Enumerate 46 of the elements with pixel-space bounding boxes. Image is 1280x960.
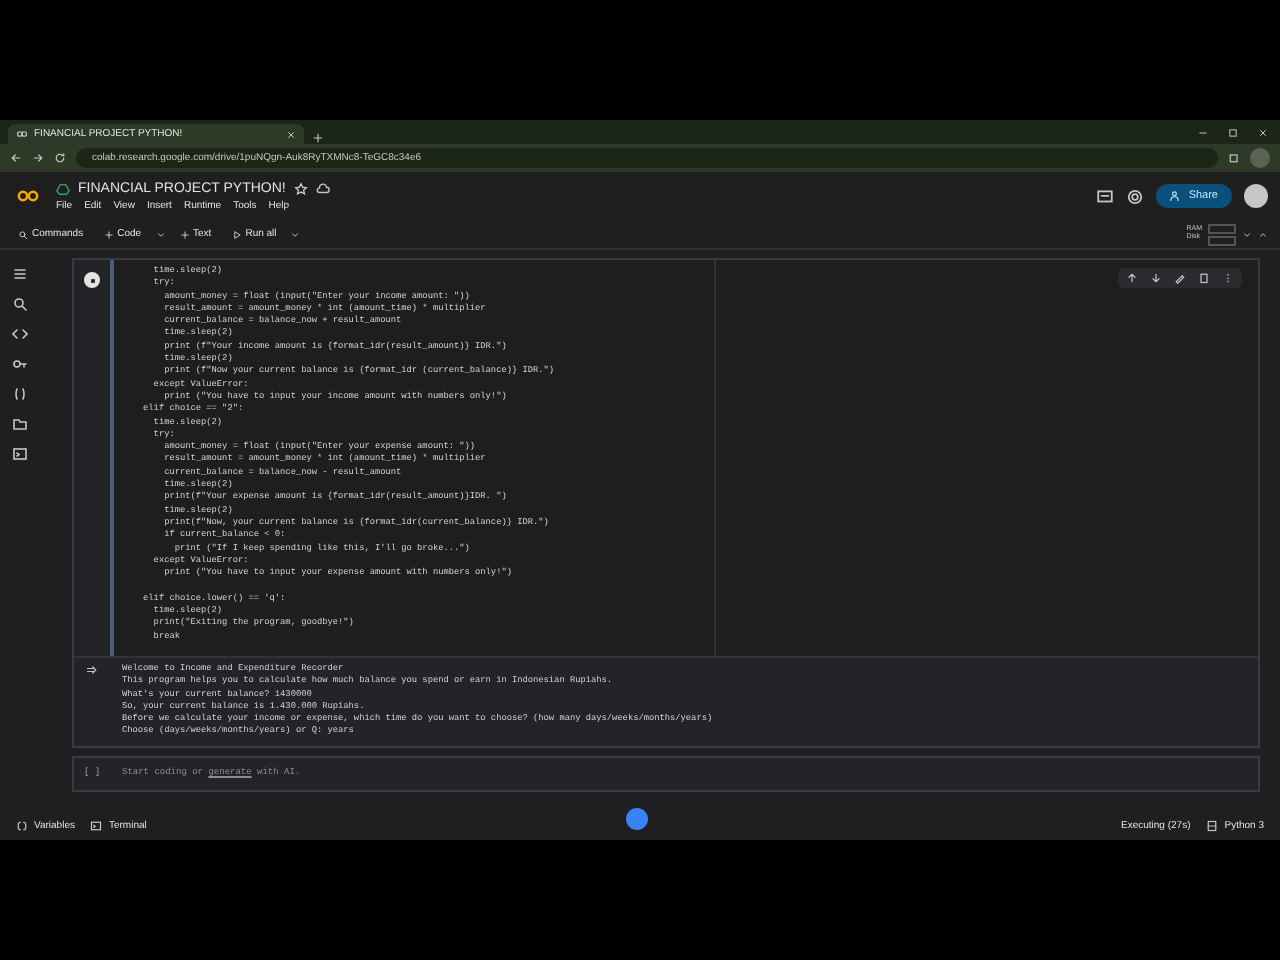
terminal-icon [90,820,103,832]
close-icon[interactable] [1258,127,1268,137]
disk-meter [1208,235,1236,245]
caret-icon[interactable] [155,229,166,239]
star-icon[interactable] [293,181,308,195]
stop-icon [87,275,97,285]
cloud-icon [315,181,330,195]
tab-favicon-icon [16,128,28,140]
reload-icon[interactable] [54,152,66,164]
search-icon[interactable] [12,296,28,312]
people-icon [1170,190,1183,202]
gemini-button[interactable] [626,808,648,830]
more-icon[interactable] [1222,272,1234,284]
close-icon[interactable] [286,129,296,139]
plus-icon [103,229,114,239]
folder-icon[interactable] [12,416,28,432]
restore-icon[interactable] [1228,127,1238,137]
collapse-icon[interactable] [1258,229,1268,239]
move-down-icon[interactable] [1150,272,1162,284]
edit-icon[interactable] [1174,272,1186,284]
runtime-icon [1206,820,1219,832]
key-icon[interactable] [12,356,28,372]
terminal-icon[interactable] [12,446,28,462]
search-icon [18,229,28,239]
new-tab-icon[interactable] [312,132,324,144]
code-icon[interactable] [12,326,28,342]
back-icon[interactable] [10,152,22,164]
colab-logo-icon [12,186,44,206]
output-arrow-icon [86,663,98,676]
braces-icon [16,820,28,832]
settings-icon[interactable] [1126,187,1145,205]
toc-icon[interactable] [12,266,28,282]
play-icon [231,229,242,239]
profile-avatar [1250,148,1270,168]
ram-meter [1208,223,1236,233]
caret-icon[interactable] [290,229,301,239]
minimize-icon[interactable] [1198,127,1208,137]
code-editor[interactable] [110,260,1258,656]
user-avatar[interactable] [1244,184,1268,208]
run-cell-button[interactable] [84,272,100,288]
variables-icon[interactable] [12,386,28,402]
plus-icon [179,229,190,239]
move-up-icon[interactable] [1126,272,1138,284]
caret-icon[interactable] [1242,229,1252,239]
comment-icon[interactable] [1096,187,1115,205]
forward-icon[interactable] [32,152,44,164]
